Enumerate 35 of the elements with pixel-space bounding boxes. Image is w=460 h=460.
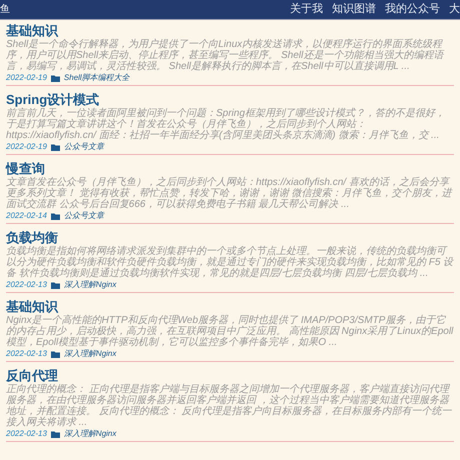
nav-link[interactable]: 知识图谱 (332, 1, 376, 18)
post-title[interactable]: Spring设计模式 (6, 92, 100, 107)
folder-icon (50, 282, 60, 288)
post-excerpt: 文章首发在公众号（月伴飞鱼），之后同步到个人网站：https://xiaoflyfish.cn/ 喜欢的话，之后会分享更多系列文章！ 觉得有收获，帮忙点赞，转发下哈，谢谢，谢谢 微信搜索：月伴飞鱼，交个朋友，进面试交流群 公众号后台回复666，可以获得免费电子书籍 最几天帮公司解决 ... (6, 177, 454, 210)
folder-icon (50, 430, 60, 438)
category-link[interactable]: 公众号文章 (64, 211, 104, 221)
folder-icon (50, 144, 60, 150)
post-date: 2022-02-13 (6, 349, 47, 359)
post-title[interactable]: 反向代理 (6, 368, 58, 383)
folder-icon (50, 74, 60, 82)
post-excerpt: Nginx是一个高性能的HTTP和反向代理Web服务器，同时也提供了 IMAP/POP3/SMTP服务，由于它的内存占用少，启动极快，高力强，在互联网项目中广泛应用。 高性能原因 Nginx采用了Linux的Epoll模型，Epoll模型基于事件驱动机制，它可以监控多个事件备完毕，如果O ... (6, 315, 454, 348)
post-excerpt: Shell是一个命令行解释器，为用户提供了一个向Linux内核发送请求，以便程序运行的界面系统级程序，用户可以用Shell来启动、停止程序，甚至编写一些程序。 Shell还是一个功能相当强大的编程语言，易编写，易调试，灵活性较强。 Shell是解释执行的脚本言，在Shell中可以直接调用L ... (6, 39, 446, 72)
site-logo[interactable]: 鱼 (0, 2, 10, 17)
folder-icon (50, 212, 60, 220)
post-date: 2022-02-19 (6, 73, 47, 83)
category-link[interactable]: 深入理解Nginx (64, 349, 116, 359)
category-link[interactable]: Shell脚本编程大全 (64, 73, 130, 83)
post-date: 2022-02-19 (6, 142, 47, 152)
post-date: 2022-02-13 (6, 429, 47, 439)
nav-link[interactable]: 关于我 (290, 1, 323, 18)
post-excerpt: 前言前几天，一位读者面阿里被问到一个问题：Spring框架用到了哪些设计模式？，答的不是很好，于是打算写篇文章讲讲这个！首发在公众号（月伴飞鱼），之后同步到个人网站：https://xiaoflyfish.cn/ 面经：社招一年半面经分享(含阿里美团头条京东滴滴) 微索：月伴飞鱼，交 ... (6, 108, 446, 141)
category-link[interactable]: 公众号文章 (64, 142, 104, 152)
post-title[interactable]: 慢查询 (6, 161, 45, 176)
post-title[interactable]: 负载均衡 (6, 230, 58, 245)
folder-icon (50, 350, 60, 358)
category-link[interactable]: 深入理解Nginx (64, 429, 116, 439)
post-excerpt: 正向代理的概念： 正向代理是指客户端与目标服务器之间增加一个代理服务器，客户端直接访问代理服务器，在由代理服务器访问服务器并返回客户端并返回 ，这个过程当中客户端需要知道代理服务器地址，并配置连接。 反向代理的概念： 反向代理是指客户向目标服务器，在目标服务内部有一个统一接入网关将请求 ... (6, 384, 453, 428)
category-link[interactable]: 深入理解Nginx (64, 280, 116, 290)
nav-link[interactable]: 我的公众号 (385, 1, 440, 18)
post-excerpt: 负载均衡是指如何将网络请求派发到集群中的一个或多个节点上处理。一般来说，传统的负载均衡可以分为硬件负载均衡和软件负硬件负载均衡，就是通过专门的硬件来实现负载均衡，比如常见的 F5 设备 软件负载均衡则是通过负载均衡软件实现，常见的就是四层/七层负载均衡 四层/七层负载均 ... (6, 246, 454, 279)
post-title[interactable]: 基础知识 (6, 299, 58, 314)
post-date: 2022-02-13 (6, 280, 47, 290)
nav-link[interactable]: 大 (449, 1, 460, 18)
post-date: 2022-02-14 (6, 211, 47, 221)
post-title[interactable]: 基础知识 (6, 23, 58, 38)
